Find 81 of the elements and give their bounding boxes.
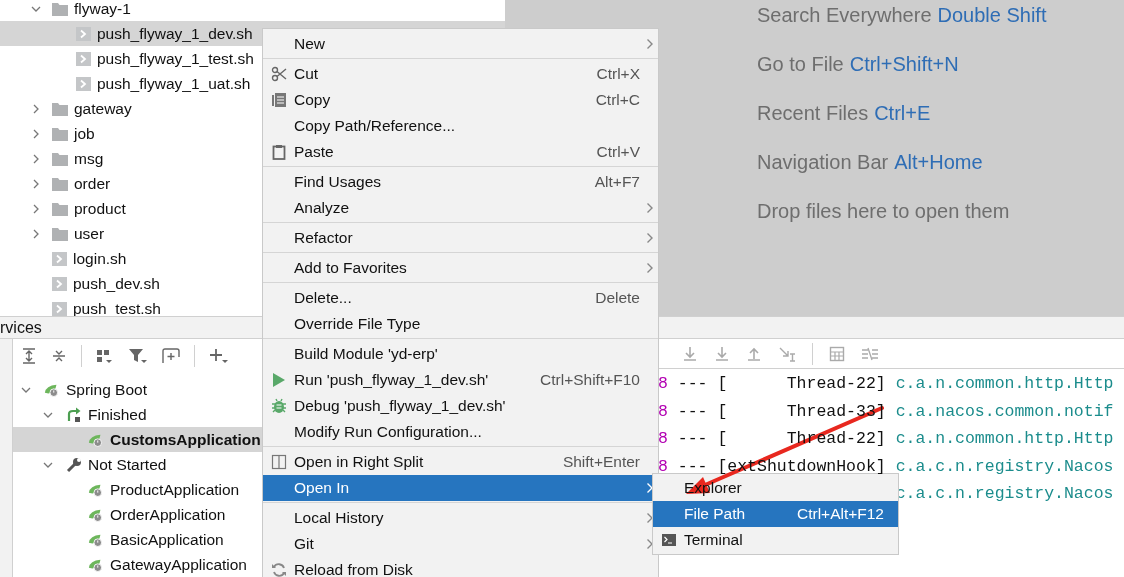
filter-icon[interactable] [128,348,148,364]
script-file-icon [52,276,67,291]
shortcut-text: Ctrl+Shift+F10 [540,370,640,389]
folder-icon [52,101,68,116]
log-logger: c.a.c.n.registry.Nacos [895,455,1114,478]
menu-item[interactable]: Paste Ctrl+V [263,138,658,165]
scissors-icon [270,65,287,82]
shortcut-text: Ctrl+C [595,90,640,109]
shortcut-text: Ctrl+E [874,101,931,126]
shortcut-text: Ctrl+X [596,64,640,83]
shortcut-text: Double Shift [937,3,1047,28]
folder-icon [52,176,68,191]
shortcut-text: Ctrl+Alt+F12 [797,505,884,523]
chevron-right-icon [646,231,654,244]
menu-item[interactable]: Find Usages Alt+F7 [263,168,658,195]
wrench-icon [66,456,82,473]
menu-item[interactable]: File Path Ctrl+Alt+F12 [653,501,898,527]
table-icon[interactable] [829,345,845,362]
script-file-icon [76,26,91,41]
hint-text: Search Everywhere [757,3,932,28]
log-pid: 8 [658,373,669,395]
terminal-icon [660,532,677,548]
group-icon[interactable] [96,348,114,364]
tree-item[interactable]: flyway-1 [0,0,505,21]
expand-all-icon[interactable] [21,348,37,364]
log-pid: 8 [658,428,669,450]
tree-item[interactable]: OrderApplication [13,502,269,527]
menu-item[interactable]: Copy Path/Reference... [263,112,658,139]
shortcut-text: Ctrl+V [596,142,640,161]
restart-icon [66,406,82,423]
script-file-icon [52,251,67,266]
hint-text: Go to File [757,52,844,77]
shortcut-text: Ctrl+Shift+N [849,52,959,77]
script-file-icon [76,51,91,66]
collapse-all-icon[interactable] [51,348,67,364]
shortcut-text: Alt+Home [894,150,983,175]
menu-item[interactable]: Analyze [263,194,658,221]
hint-text: Navigation Bar [757,150,889,175]
menu-item[interactable]: Cut Ctrl+X [263,60,658,87]
menu-item[interactable]: Override File Type [263,310,658,337]
log-logger: c.a.c.n.registry.Nacos [895,483,1114,505]
log-logger: c.a.n.common.http.Http [895,428,1114,450]
shortcut-text: Delete [595,288,640,307]
log-pid: 8 [658,455,669,478]
copy-icon [270,91,287,108]
scroll-to-end-icon[interactable] [778,345,796,362]
log-logger: c.a.nacos.common.notif [895,400,1114,423]
menu-item[interactable]: Build Module 'yd-erp' [263,340,658,367]
folder-icon [52,1,68,16]
script-file-icon [76,76,91,91]
menu-item[interactable]: Add to Favorites [263,254,658,281]
bug-icon [270,397,287,414]
hint-text: Recent Files [757,101,869,126]
menu-item[interactable]: Copy Ctrl+C [263,86,658,113]
chevron-right-icon [646,261,654,274]
add-panel-icon[interactable] [162,348,180,364]
log-logger: c.a.n.common.http.Http [895,373,1114,395]
menu-item[interactable]: Terminal [653,527,898,553]
upload-icon[interactable] [746,345,762,362]
chevron-right-icon [646,201,654,214]
folder-icon [52,201,68,216]
reload-icon [270,561,287,577]
folder-icon [52,126,68,141]
add-icon[interactable] [209,348,229,364]
log-thread: --- [ Thread-22] [677,373,886,395]
log-pid: 8 [658,400,669,423]
menu-item[interactable]: Delete... Delete [263,284,658,311]
panel-title: rvices [0,318,42,337]
chevron-right-icon [646,37,654,50]
shortcut-text: Alt+F7 [594,172,640,191]
shortcut-text: Shift+Enter [562,452,640,471]
folder-icon [52,226,68,241]
tree-item[interactable]: BasicApplication [13,527,269,552]
split-view-icon [270,453,287,470]
download-icon[interactable] [682,345,698,362]
download-icon[interactable] [714,345,730,362]
play-icon [271,371,286,388]
hint-text: Drop files here to open them [757,199,1010,224]
folder-icon [52,151,68,166]
clipboard-icon [271,143,286,160]
menu-item[interactable]: Refactor [263,224,658,251]
